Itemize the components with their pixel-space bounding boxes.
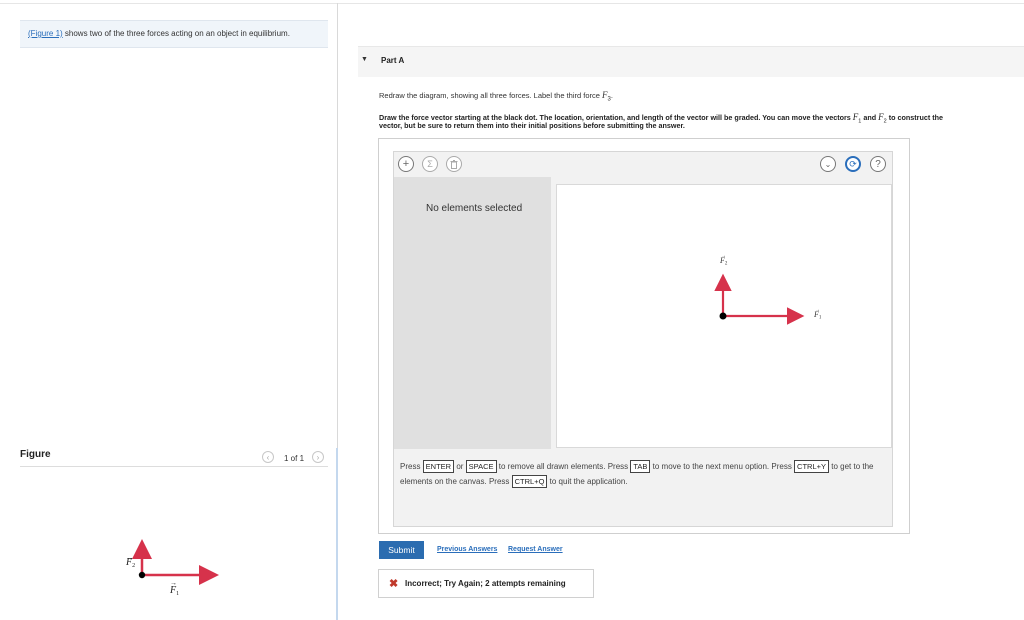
- next-figure-button[interactable]: ›: [312, 451, 324, 463]
- chevron-left-icon: ‹: [266, 452, 270, 462]
- figure-link[interactable]: (Figure 1): [28, 29, 63, 38]
- canvas-vectors: F2 → F1 →: [714, 253, 822, 325]
- key-ctrl-y: CTRL+Y: [794, 460, 830, 473]
- part-title: Part A: [381, 56, 405, 65]
- help-button[interactable]: ?: [870, 156, 886, 172]
- figure-origin-dot: [138, 571, 146, 579]
- chevron-right-icon: ›: [316, 452, 320, 462]
- plus-icon: +: [402, 158, 410, 170]
- part-a-header[interactable]: [358, 46, 1024, 77]
- trash-icon: [450, 159, 458, 169]
- key-tab: TAB: [630, 460, 651, 473]
- submit-button[interactable]: Submit: [379, 541, 424, 559]
- column-divider-accent: [336, 448, 338, 620]
- feedback-text: Incorrect; Try Again; 2 attempts remaini…: [405, 579, 566, 588]
- vector-arrow-icon: →: [126, 555, 133, 562]
- key-space: SPACE: [465, 460, 497, 473]
- request-answer-link[interactable]: Request Answer: [508, 546, 563, 553]
- previous-answers-link[interactable]: Previous Answers: [437, 546, 497, 553]
- vector-arrow-icon: →: [170, 580, 177, 587]
- options-dropdown-button[interactable]: ⌄: [820, 156, 836, 172]
- drawing-toolbar: [394, 152, 892, 176]
- incorrect-icon: ✖: [389, 578, 399, 590]
- instructions-line-2: vector, but be sure to return them into …: [379, 121, 685, 130]
- sum-button[interactable]: Σ: [422, 156, 438, 172]
- reset-button[interactable]: ⟳: [845, 156, 861, 172]
- top-divider: [0, 3, 1024, 4]
- vector-arrow-icon: →: [721, 253, 726, 259]
- no-elements-message: No elements selected: [426, 203, 523, 214]
- intro-sentence: shows two of the three forces acting on …: [62, 29, 290, 38]
- help-icon: ?: [875, 158, 881, 170]
- sigma-icon: Σ: [427, 159, 433, 169]
- canvas-origin-dot: [719, 312, 727, 320]
- vector-arrow-icon: →: [815, 307, 820, 313]
- figure-pager: 1 of 1: [284, 454, 305, 463]
- prev-figure-button[interactable]: ‹: [262, 451, 274, 463]
- delete-button[interactable]: [446, 156, 462, 172]
- figure-label: Figure: [20, 449, 51, 460]
- keyboard-instructions: Press ENTER or SPACE to remove all drawn…: [400, 460, 874, 488]
- figure-rule: [20, 466, 328, 467]
- figure-diagram: F2 → F1 →: [125, 539, 219, 597]
- key-ctrl-q: CTRL+Q: [511, 475, 548, 488]
- intro-text: (Figure 1) shows two of the three forces…: [28, 29, 290, 38]
- reset-icon: ⟳: [849, 158, 857, 169]
- caret-down-icon[interactable]: ▼: [361, 56, 368, 63]
- properties-pane: [394, 177, 551, 449]
- chevron-down-icon: ⌄: [824, 159, 832, 169]
- key-enter: ENTER: [422, 460, 455, 473]
- question-prompt: Redraw the diagram, showing all three fo…: [379, 90, 613, 103]
- add-vector-button[interactable]: +: [398, 156, 414, 172]
